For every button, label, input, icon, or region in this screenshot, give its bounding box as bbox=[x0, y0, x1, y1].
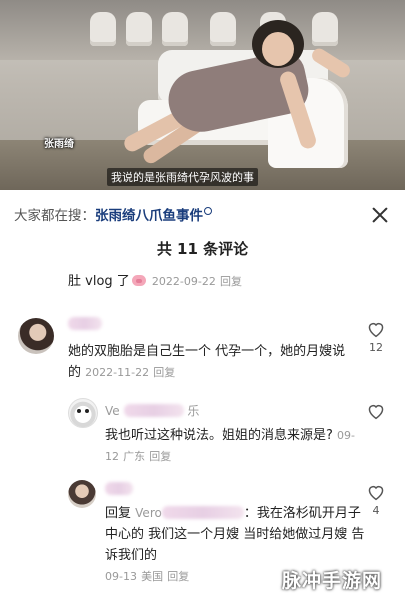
comments-sheet: 大家都在搜：张雨绮八爪鱼事件 共 11 条评论 肚 vlog 了 2022-09… bbox=[0, 190, 405, 600]
reply-button[interactable]: 回复 bbox=[153, 366, 175, 379]
comment-username-blurred[interactable] bbox=[68, 317, 102, 331]
video-frame[interactable]: 张雨绮 我说的是张雨绮代孕风波的事 bbox=[0, 0, 405, 190]
avatar[interactable] bbox=[68, 398, 98, 428]
comment-username[interactable]: Ve 乐 bbox=[105, 402, 199, 419]
comment-text: 她的双胞胎是自己生一个 代孕一个，她的月嫂说的 2022-11-22 回复 bbox=[68, 341, 358, 383]
comment-location: 广东 bbox=[123, 450, 146, 463]
heart-icon bbox=[368, 485, 384, 501]
like-button[interactable]: 4 bbox=[363, 483, 389, 517]
comment-location: 美国 bbox=[141, 570, 164, 583]
trending-search[interactable]: 大家都在搜：张雨绮八爪鱼事件 bbox=[14, 204, 354, 226]
reply-button[interactable]: 回复 bbox=[220, 275, 242, 288]
like-count: 4 bbox=[372, 504, 380, 517]
pig-emoji-icon bbox=[131, 275, 146, 286]
like-button[interactable] bbox=[363, 402, 389, 423]
reply-button[interactable]: 回复 bbox=[167, 570, 189, 583]
avatar[interactable] bbox=[18, 318, 54, 354]
video-name-tag: 张雨绮 bbox=[44, 139, 74, 150]
heart-icon bbox=[368, 322, 384, 338]
reply-prefix: 回复 bbox=[105, 506, 132, 521]
username-tail: 乐 bbox=[187, 404, 200, 418]
partial-comment: 肚 vlog 了 2022-09-22 回复 bbox=[68, 270, 242, 289]
like-button[interactable]: 12 bbox=[363, 320, 389, 354]
search-icon bbox=[204, 207, 212, 215]
partial-comment-text: 肚 vlog 了 bbox=[68, 274, 130, 289]
comment-date: 2022-11-22 bbox=[85, 366, 150, 379]
avatar[interactable] bbox=[68, 480, 96, 508]
watermark: 脉冲手游网 bbox=[282, 570, 383, 592]
person-figure bbox=[121, 20, 353, 170]
like-count: 12 bbox=[369, 341, 383, 354]
heart-icon bbox=[368, 404, 384, 420]
reply-to-user[interactable]: Vero bbox=[135, 506, 162, 520]
partial-comment-date: 2022-09-22 bbox=[151, 275, 216, 288]
close-button[interactable] bbox=[369, 204, 391, 226]
trending-search-prefix: 大家都在搜： bbox=[14, 208, 95, 224]
video-subtitle: 我说的是张雨绮代孕风波的事 bbox=[107, 168, 258, 186]
comment-body: 我也听过这种说法。姐姐的消息来源是? bbox=[105, 428, 333, 443]
comment-text: 我也听过这种说法。姐姐的消息来源是? 09-12 广东 回复 bbox=[105, 425, 360, 467]
comments-count-title: 共 11 条评论 bbox=[156, 240, 249, 258]
username-text: Ve bbox=[105, 404, 120, 418]
reply-button[interactable]: 回复 bbox=[149, 450, 171, 463]
comment-date: 09-13 bbox=[105, 570, 137, 583]
comment-username-blurred[interactable] bbox=[105, 482, 133, 496]
trending-search-keyword[interactable]: 张雨绮八爪鱼事件 bbox=[95, 208, 203, 224]
